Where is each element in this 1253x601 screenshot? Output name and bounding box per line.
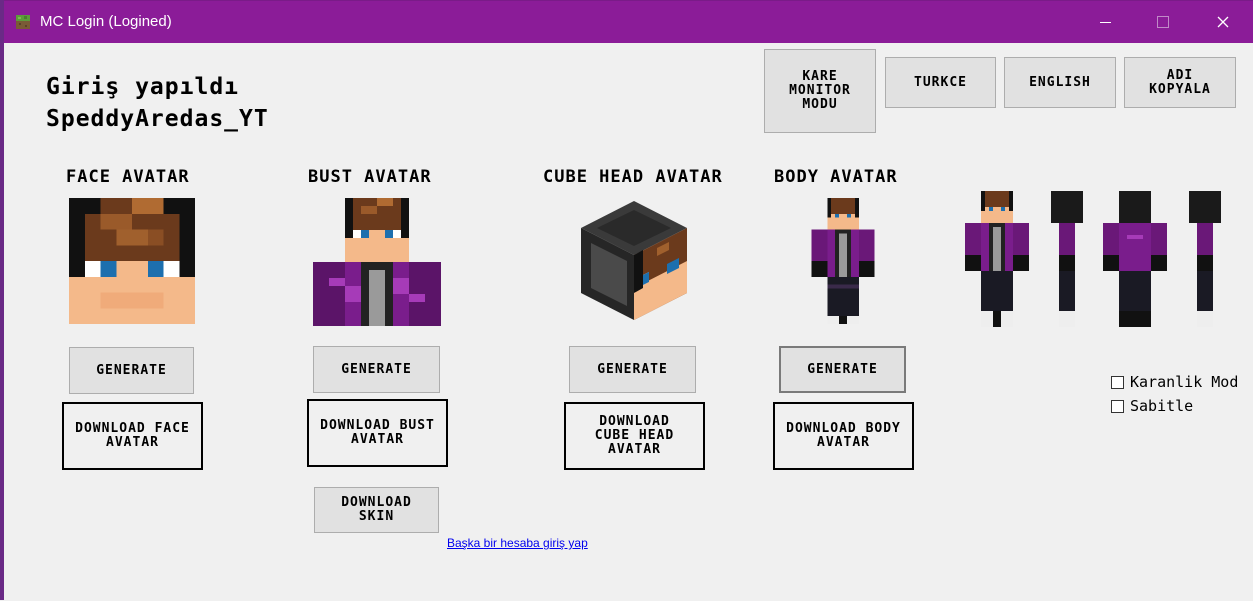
copy-name-button[interactable]: ADI KOPYALA [1124,57,1236,108]
download-face-avatar-button[interactable]: DOWNLOAD FACE AVATAR [62,402,203,470]
skin-preview-image [965,191,1221,327]
login-status: Giriş yapıldı SpeddyAredas_YT [46,71,269,135]
download-body-avatar-button[interactable]: DOWNLOAD BODY AVATAR [773,402,914,470]
grass-block-icon [16,15,30,29]
face-avatar-title: FACE AVATAR [66,167,190,187]
square-monitor-mode-button[interactable]: KARE MONITOR MODU [764,49,876,133]
app-window: MC Login (Logined) Giriş yapıldı SpeddyA… [4,0,1253,601]
bust-avatar-title: BUST AVATAR [308,167,432,187]
download-bust-avatar-button[interactable]: DOWNLOAD BUST AVATAR [307,399,448,467]
pin-option[interactable]: Sabitle [1111,397,1193,415]
body-avatar-title: BODY AVATAR [774,167,898,187]
dark-mode-label: Karanlik Mod [1130,373,1239,391]
body-avatar-image [811,198,875,324]
body-generate-button[interactable]: GENERATE [779,346,906,393]
cube-head-avatar-image [581,201,687,320]
maximize-button[interactable] [1134,1,1192,43]
english-language-button[interactable]: ENGLISH [1004,57,1116,108]
close-icon [1217,16,1229,28]
close-button[interactable] [1194,1,1252,43]
download-skin-button[interactable]: DOWNLOAD SKIN [314,487,439,533]
dark-mode-checkbox[interactable] [1111,375,1124,389]
cube-generate-button[interactable]: GENERATE [569,346,696,393]
maximize-icon [1157,16,1169,28]
pin-label: Sabitle [1130,397,1194,415]
dark-mode-option[interactable]: Karanlik Mod [1111,373,1238,391]
cube-head-avatar-title: CUBE HEAD AVATAR [543,167,723,187]
turkish-language-button[interactable]: TURKCE [885,57,996,108]
minimize-icon [1099,21,1111,23]
minimize-button[interactable] [1076,1,1134,43]
window-title: MC Login (Logined) [40,13,172,30]
login-status-text: Giriş yapıldı [46,74,240,100]
switch-account-link[interactable]: Başka bir hesaba giriş yap [447,536,588,550]
bust-avatar-image [313,198,441,326]
download-cube-head-avatar-button[interactable]: DOWNLOAD CUBE HEAD AVATAR [564,402,705,470]
face-avatar-image [69,198,195,324]
face-generate-button[interactable]: GENERATE [69,347,194,394]
title-bar[interactable]: MC Login (Logined) [4,1,1253,43]
pin-checkbox[interactable] [1111,399,1124,413]
bust-generate-button[interactable]: GENERATE [313,346,440,393]
username-text: SpeddyAredas_YT [46,106,269,132]
